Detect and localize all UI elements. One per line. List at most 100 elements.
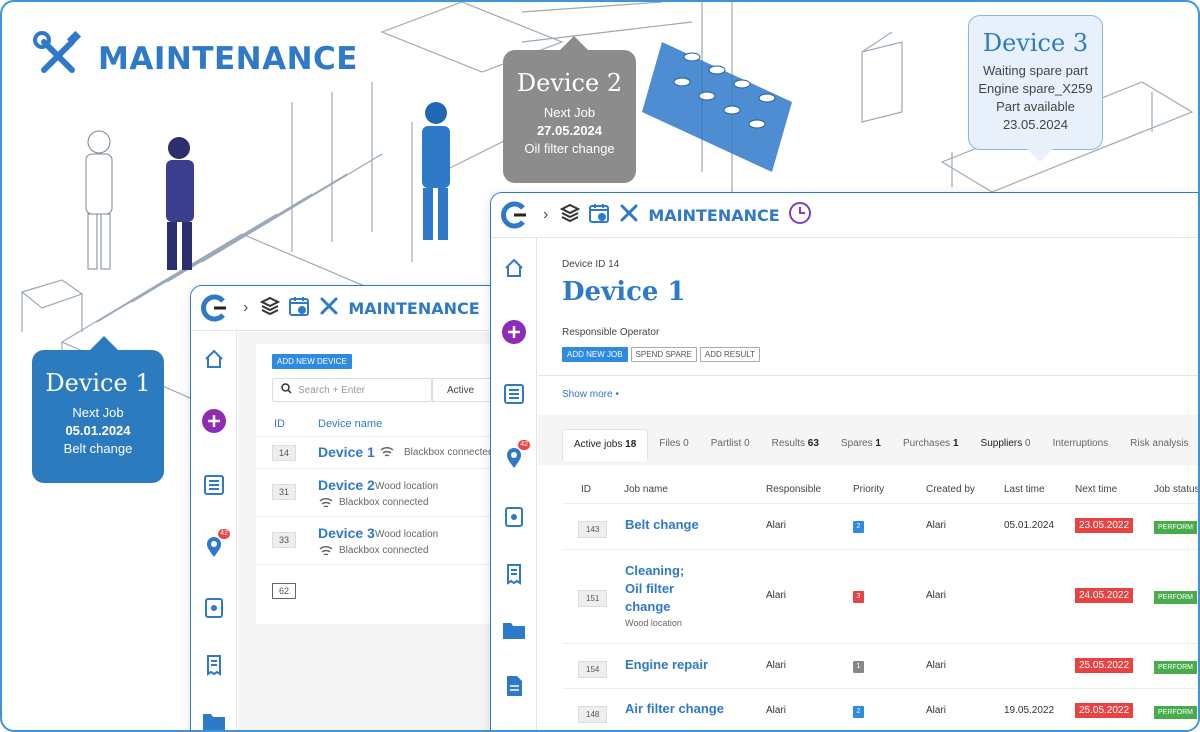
column-header-priority[interactable]: Priority bbox=[853, 484, 884, 495]
table-row[interactable]: 151 Cleaning; Oil filter change Wood loc… bbox=[562, 549, 1198, 643]
notification-badge: 42 bbox=[218, 529, 230, 539]
device-id-label: Device ID 14 bbox=[562, 259, 620, 270]
table-row[interactable]: 14 Device 1 Blackbox connected bbox=[256, 436, 509, 468]
add-circle-icon[interactable] bbox=[200, 407, 228, 435]
device-location: Wood location bbox=[375, 481, 439, 492]
tab-files[interactable]: Files 0 bbox=[648, 429, 699, 461]
table-row[interactable]: 154 Engine repair Alari 1 Alari 25.05.20… bbox=[562, 643, 1198, 688]
device-detail-content: Device ID 14 Device 1 Responsible Operat… bbox=[538, 239, 1198, 730]
priority-badge: 3 bbox=[853, 591, 864, 603]
wifi-icon bbox=[319, 496, 333, 514]
tab-interruptions[interactable]: Interruptions bbox=[1042, 429, 1120, 461]
calendar-icon[interactable] bbox=[288, 295, 310, 322]
table-row[interactable]: 143 Belt change Alari 2 Alari 05.01.2024… bbox=[562, 503, 1198, 549]
device-name-link[interactable]: Device 2 bbox=[318, 477, 375, 493]
column-header-created-by[interactable]: Created by bbox=[926, 484, 975, 495]
spend-spare-button[interactable]: SPEND SPARE bbox=[630, 347, 697, 362]
column-header-job-name[interactable]: Job name bbox=[624, 484, 668, 495]
device-list-window: › MAINTENANCE 42 ADD NEW DEVICE Search +… bbox=[190, 285, 510, 730]
tab-purchases[interactable]: Purchases 1 bbox=[892, 429, 970, 461]
column-header-next-time[interactable]: Next time bbox=[1075, 484, 1117, 495]
calendar-icon[interactable] bbox=[588, 202, 610, 229]
add-circle-icon[interactable] bbox=[500, 318, 528, 346]
clipboard-gear-icon[interactable] bbox=[200, 593, 228, 621]
home-icon[interactable] bbox=[500, 254, 528, 282]
callout-date: 23.05.2024 bbox=[1002, 117, 1069, 132]
job-created-by: Alari bbox=[926, 520, 947, 531]
list-icon[interactable] bbox=[500, 380, 528, 408]
job-name-link[interactable]: Air filter change bbox=[625, 700, 724, 718]
location-pin-icon[interactable]: 42 bbox=[200, 529, 230, 561]
perform-status-button[interactable]: PERFORM bbox=[1154, 706, 1197, 719]
app-logo-icon[interactable] bbox=[191, 293, 237, 323]
search-input[interactable]: Search + Enter bbox=[272, 378, 432, 402]
document-icon[interactable] bbox=[500, 672, 528, 700]
notification-badge: 42 bbox=[518, 440, 530, 450]
clipboard-gear-icon[interactable] bbox=[500, 502, 528, 530]
breadcrumb-title: MAINTENANCE bbox=[348, 298, 480, 318]
connection-status: Blackbox connected bbox=[339, 545, 429, 556]
job-responsible: Alari bbox=[766, 520, 787, 531]
add-new-device-button[interactable]: ADD NEW DEVICE bbox=[272, 354, 352, 369]
job-name-link[interactable]: Belt change bbox=[625, 516, 699, 534]
device-name-link[interactable]: Device 1 bbox=[318, 444, 375, 460]
callout-title: Device 1 bbox=[45, 369, 151, 397]
folder-icon[interactable] bbox=[500, 616, 528, 644]
device-location: Wood location bbox=[375, 529, 439, 540]
column-header-last-time[interactable]: Last time bbox=[1004, 484, 1045, 495]
layers-icon[interactable] bbox=[260, 296, 281, 321]
show-more-link[interactable]: Show more • bbox=[562, 389, 619, 400]
callout-part: Engine spare_X259 bbox=[978, 81, 1093, 96]
callout-date: 27.05.2024 bbox=[536, 123, 603, 138]
job-name-link[interactable]: Cleaning; Oil filter change bbox=[625, 562, 705, 616]
connection-status: Blackbox connected bbox=[404, 447, 494, 458]
page-title: MAINTENANCE bbox=[98, 40, 358, 77]
perform-status-button[interactable]: PERFORM bbox=[1154, 661, 1197, 674]
tools-icon[interactable] bbox=[618, 202, 640, 229]
device-id: 14 bbox=[272, 445, 297, 461]
perform-status-button[interactable]: PERFORM bbox=[1154, 591, 1197, 604]
job-last-time: 19.05.2022 bbox=[1004, 705, 1055, 716]
column-header-device-name[interactable]: Device name bbox=[318, 418, 382, 430]
home-icon[interactable] bbox=[200, 345, 228, 373]
tab-suppliers[interactable]: Suppliers 0 bbox=[970, 429, 1042, 461]
device-id: 62 bbox=[272, 583, 297, 599]
receipt-icon[interactable] bbox=[500, 560, 528, 588]
location-pin-icon[interactable]: 42 bbox=[500, 440, 530, 472]
sidebar: 42 bbox=[191, 331, 237, 730]
layers-icon[interactable] bbox=[560, 203, 581, 228]
table-row[interactable]: 62 bbox=[256, 564, 509, 616]
clock-icon[interactable] bbox=[788, 201, 812, 230]
device-name-link[interactable]: Device 3 bbox=[318, 525, 375, 541]
column-header-id[interactable]: ID bbox=[274, 418, 285, 430]
receipt-icon[interactable] bbox=[200, 651, 228, 679]
status-filter-select[interactable]: Active bbox=[432, 378, 492, 402]
callout-label: Waiting spare part bbox=[982, 63, 1088, 78]
table-row[interactable]: 31 Device 2 Wood location Blackbox conne… bbox=[256, 468, 509, 516]
tab-partlist[interactable]: Partlist 0 bbox=[700, 429, 761, 461]
tab-results[interactable]: Results 63 bbox=[761, 429, 830, 461]
column-header-job-status[interactable]: Job status bbox=[1154, 484, 1198, 495]
tools-icon[interactable] bbox=[318, 295, 340, 322]
list-icon[interactable] bbox=[200, 471, 228, 499]
job-responsible: Alari bbox=[766, 590, 787, 601]
tab-active-jobs[interactable]: Active jobs 18 bbox=[562, 429, 649, 461]
add-new-job-button[interactable]: ADD NEW JOB bbox=[562, 347, 628, 362]
callout-label: Part available bbox=[996, 99, 1075, 114]
tab-spares[interactable]: Spares 1 bbox=[830, 429, 892, 461]
app-logo-icon[interactable] bbox=[491, 200, 537, 230]
add-result-button[interactable]: ADD RESULT bbox=[699, 347, 760, 362]
table-row[interactable]: 148 Air filter change Alari 2 Alari 19.0… bbox=[562, 688, 1198, 730]
device-list-content: ADD NEW DEVICE Search + Enter Active ID … bbox=[238, 332, 509, 730]
column-header-responsible[interactable]: Responsible bbox=[766, 484, 821, 495]
responsible-operator-label: Responsible Operator bbox=[562, 327, 660, 338]
tab-risk-analysis[interactable]: Risk analysis bbox=[1119, 429, 1198, 461]
column-header-id[interactable]: ID bbox=[581, 484, 591, 495]
top-bar: › MAINTENANCE bbox=[491, 193, 1198, 238]
job-next-time: 25.05.2022 bbox=[1075, 703, 1134, 718]
table-row[interactable]: 33 Device 3 Wood location Blackbox conne… bbox=[256, 516, 509, 564]
perform-status-button[interactable]: PERFORM bbox=[1154, 521, 1197, 534]
callout-job: Oil filter change bbox=[524, 141, 615, 156]
folder-icon[interactable] bbox=[200, 707, 228, 730]
job-name-link[interactable]: Engine repair bbox=[625, 656, 708, 674]
